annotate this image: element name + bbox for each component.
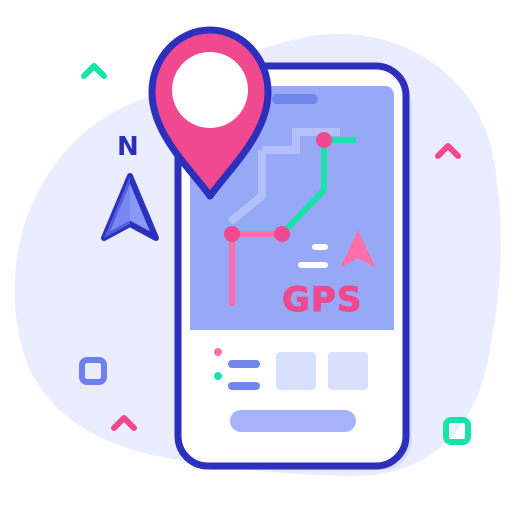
route-waypoint bbox=[316, 132, 332, 148]
action-bar bbox=[230, 410, 356, 432]
north-label: N bbox=[117, 132, 139, 162]
chevron-up-icon bbox=[81, 63, 107, 79]
list-line bbox=[228, 382, 260, 390]
gps-label: GPS bbox=[281, 280, 363, 321]
gps-phone-illustration: GPS N bbox=[0, 0, 512, 512]
route-waypoint bbox=[224, 226, 240, 242]
list-line bbox=[228, 360, 260, 368]
list-bullet bbox=[214, 348, 222, 356]
illustration-canvas bbox=[14, 26, 501, 477]
thumbnail-placeholder bbox=[328, 352, 368, 390]
list-bullet bbox=[214, 372, 222, 380]
thumbnail-placeholder bbox=[276, 352, 316, 390]
phone-speaker bbox=[272, 94, 318, 104]
route-waypoint bbox=[274, 226, 290, 242]
